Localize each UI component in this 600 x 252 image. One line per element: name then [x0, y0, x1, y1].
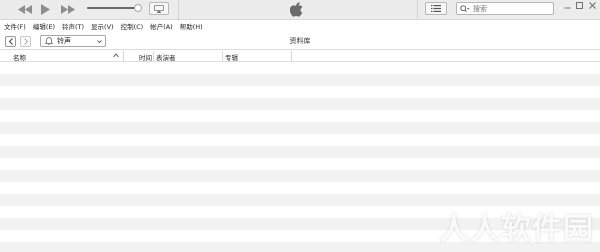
volume-slider[interactable] — [87, 4, 142, 12]
menu-bar: 文件(F) 编辑(E) 铃声(T) 显示(V) 控制(C) 帐户(A) 帮助(H… — [0, 20, 600, 32]
airplay-icon — [154, 4, 164, 13]
maximize-icon — [575, 1, 583, 9]
menu-file[interactable]: 文件(F) — [4, 21, 26, 31]
table-row — [0, 146, 600, 158]
column-time[interactable]: 时间 — [139, 52, 152, 62]
lcd-divider-right — [417, 0, 418, 20]
table-row — [0, 110, 600, 122]
search-field[interactable] — [456, 2, 554, 15]
search-icon — [460, 4, 470, 12]
minimize-icon — [564, 7, 570, 8]
column-separator[interactable] — [123, 51, 124, 61]
player-toolbar — [0, 0, 600, 20]
close-icon — [588, 1, 596, 9]
table-row — [0, 86, 600, 98]
apple-logo-icon — [290, 2, 303, 17]
column-header-row: 名称 时间 表演者 专辑 — [0, 50, 600, 62]
navigation-bar: 铃声 资料库 — [0, 32, 600, 50]
column-name[interactable]: 名称 — [13, 52, 26, 62]
fast-forward-button[interactable] — [59, 3, 77, 15]
menu-ringtones[interactable]: 铃声(T) — [62, 21, 84, 31]
play-icon — [40, 3, 50, 15]
airplay-button[interactable] — [149, 2, 169, 15]
search-input[interactable] — [473, 4, 543, 13]
column-separator[interactable] — [222, 51, 223, 61]
minimize-button[interactable] — [561, 0, 573, 10]
table-row — [0, 158, 600, 170]
table-row — [0, 74, 600, 86]
volume-knob[interactable] — [134, 4, 142, 12]
rewind-icon — [18, 4, 32, 14]
library-title: 资料库 — [289, 37, 311, 45]
rewind-button[interactable] — [16, 3, 34, 15]
menu-help[interactable]: 帮助(H) — [180, 21, 203, 31]
play-button[interactable] — [39, 3, 51, 15]
maximize-button[interactable] — [573, 0, 585, 10]
volume-fill — [87, 7, 138, 9]
lcd-divider-left — [178, 0, 179, 20]
close-button[interactable] — [586, 0, 598, 10]
list-view-icon — [431, 5, 441, 12]
table-row — [0, 134, 600, 146]
column-album[interactable]: 专辑 — [225, 52, 238, 62]
table-row — [0, 98, 600, 110]
table-row — [0, 170, 600, 182]
list-view-button[interactable] — [425, 2, 447, 15]
menu-controls[interactable]: 控制(C) — [121, 21, 144, 31]
watermark-text: 人人软件园 — [439, 212, 594, 247]
fast-forward-icon — [61, 4, 75, 14]
column-separator[interactable] — [153, 51, 154, 61]
table-row — [0, 62, 600, 74]
table-row — [0, 122, 600, 134]
menu-account[interactable]: 帐户(A) — [150, 21, 173, 31]
column-separator[interactable] — [291, 51, 292, 61]
table-row — [0, 182, 600, 194]
menu-edit[interactable]: 编辑(E) — [33, 21, 55, 31]
sort-up-icon[interactable] — [113, 53, 119, 58]
column-artist[interactable]: 表演者 — [156, 52, 176, 62]
menu-view[interactable]: 显示(V) — [91, 21, 114, 31]
